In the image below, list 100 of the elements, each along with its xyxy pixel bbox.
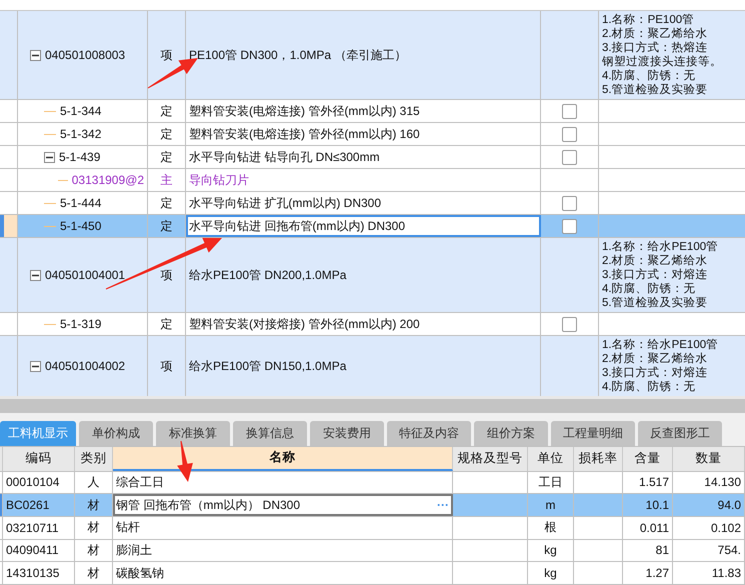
feature-text: 4.防腐、防锈：无 (602, 282, 697, 296)
item-code: 5-1-450 (60, 219, 102, 233)
table-cell: 10.1 (646, 498, 669, 512)
column-header[interactable]: 编码 (3, 447, 75, 471)
tab[interactable]: 安装费用 (310, 421, 384, 446)
feature-text: 2.材质：聚乙烯给水 (602, 254, 709, 268)
table-row[interactable]: 04090411 材 膨润土 kg 81 754. (0, 540, 745, 562)
checkbox[interactable] (562, 126, 577, 142)
collapse-icon[interactable] (30, 50, 41, 60)
checkbox[interactable] (562, 104, 577, 118)
table-cell: 综合工日 (116, 474, 164, 491)
item-type: 项 (160, 266, 172, 284)
table-cell: 钻杆 (116, 519, 140, 536)
item-name: 水平导向钻进 扩孔(mm以内) DN300 (189, 194, 382, 212)
tab[interactable]: 组价方案 (474, 421, 548, 446)
table-cell: 材 (88, 496, 100, 514)
column-header[interactable]: 损耗率 (574, 447, 623, 471)
item-code: 5-1-344 (60, 104, 102, 118)
tab[interactable]: 特征及内容 (387, 421, 471, 446)
checkbox[interactable] (562, 316, 577, 332)
table-cell: 材 (88, 564, 100, 582)
table-cell: 04090411 (6, 543, 58, 558)
table-cell: kg (544, 566, 557, 580)
scrollbar[interactable] (0, 396, 745, 413)
table-row[interactable]: 040501004002 项 给水PE100管 DN150,1.0MPa 1.名称：给水PE100管 2.材质：聚乙烯给水 3.接口方式：对熔连 4.防腐、防锈：无 (0, 336, 745, 396)
table-row[interactable]: 5-1-344 定 塑料管安装(电熔连接) 管外径(mm以内) 315 (0, 100, 745, 123)
feature-text: 5.管道检验及实验要 (602, 83, 709, 97)
item-type: 定 (160, 316, 172, 332)
table-row[interactable]: 03131909@2 主 导向钻刀片 (0, 169, 745, 192)
table-cell: 14.130 (704, 475, 741, 490)
collapse-icon[interactable] (44, 152, 55, 162)
tab[interactable]: 单价构成 (79, 421, 153, 446)
feature-text: 钢塑过渡接头连接等。 (602, 55, 723, 69)
table-row[interactable]: 5-1-450 定 水平导向钻进 回拖布管(mm以内) DN300 (0, 215, 745, 238)
table-row[interactable]: 5-1-439 定 水平导向钻进 钻导向孔 DN≤300mm (0, 146, 745, 169)
table-cell: 膨润土 (116, 542, 152, 559)
table-cell: 81 (656, 543, 669, 558)
table-cell: 1.27 (646, 566, 669, 580)
collapse-icon[interactable] (30, 270, 41, 280)
table-cell: BC0261 (6, 498, 50, 512)
feature-text: 2.材质：聚乙烯给水 (602, 352, 709, 366)
table-row[interactable]: 14310135 材 碳酸氢钠 kg 1.27 11.83 (0, 562, 745, 585)
tab[interactable]: 标准换算 (156, 421, 230, 446)
item-code: 040501004001 (45, 268, 126, 282)
table-row[interactable]: 040501004001 项 给水PE100管 DN200,1.0MPa 1.名称：给水PE100管 2.材质：聚乙烯给水 3.接口方式：对熔连 4.防腐、防锈：无 5.管道检验及实验要 (0, 238, 745, 313)
tab[interactable]: 反查图形工 (638, 421, 722, 446)
item-code: 03131909@2 (72, 173, 144, 187)
table-cell: 0.011 (640, 520, 669, 535)
table-row[interactable]: 040501008003 项 PE100管 DN300，1.0MPa （牵引施工） 1.名称：PE100管 2.材质：聚乙烯给水 3.接口方式：热熔连 钢塑过渡接头连接等。 4.防腐、防锈：无 5.管道检验及实验要 (0, 11, 745, 100)
table-row[interactable]: 03210711 材 钻杆 根 0.011 0.102 (0, 516, 745, 540)
checkbox[interactable] (562, 196, 577, 210)
table-cell: 1.517 (638, 475, 669, 490)
checkbox[interactable] (562, 150, 577, 164)
column-header[interactable]: 名称 (113, 447, 453, 471)
feature-text: 3.接口方式：对熔连 (602, 268, 709, 282)
table-cell: 碳酸氢钠 (116, 564, 164, 582)
item-code: 040501008003 (45, 48, 126, 62)
annotation-arrow (177, 440, 193, 482)
table-cell: 11.83 (712, 566, 741, 580)
checkbox[interactable] (562, 218, 577, 234)
table-row[interactable]: 5-1-444 定 水平导向钻进 扩孔(mm以内) DN300 (0, 192, 745, 215)
table-cell[interactable]: 钢管 回拖布管（mm以内） DN300 (116, 496, 300, 514)
table-cell: 根 (544, 519, 556, 536)
column-header[interactable]: 含量 (623, 447, 673, 471)
feature-text: 2.材质：聚乙烯给水 (602, 27, 709, 41)
item-type: 定 (160, 126, 172, 142)
table-cell: m (546, 498, 556, 512)
item-type: 定 (160, 102, 172, 120)
table-cell: 材 (88, 519, 100, 536)
tab[interactable]: 工程量明细 (551, 421, 635, 446)
item-type: 定 (160, 148, 172, 166)
table-row[interactable]: BC0261 材 钢管 回拖布管（mm以内） DN300 ··· m 10.1 94.0 (0, 494, 745, 517)
feature-text: 1.名称：给水PE100管 (602, 338, 720, 352)
table-cell: 工日 (538, 474, 562, 491)
table-row[interactable]: 5-1-319 定 塑料管安装(对接熔接) 管外径(mm以内) 200 (0, 313, 745, 336)
item-name: 给水PE100管 DN200,1.0MPa (189, 266, 346, 284)
feature-text: 3.接口方式：热熔连 (602, 41, 709, 55)
column-header[interactable]: 类别 (75, 447, 113, 471)
item-name: 给水PE100管 DN150,1.0MPa (189, 358, 346, 374)
item-name: 塑料管安装(电熔连接) 管外径(mm以内) 160 (189, 126, 420, 142)
item-type: 项 (160, 46, 172, 64)
item-name: 导向钻刀片 (189, 172, 249, 188)
item-code: 5-1-342 (60, 127, 102, 141)
table-cell: 人 (88, 474, 100, 491)
item-name: 塑料管安装(电熔连接) 管外径(mm以内) 315 (189, 102, 420, 120)
table-cell: 94.0 (718, 498, 741, 512)
feature-text: 5.管道检验及实验要 (602, 296, 709, 310)
column-header[interactable]: 规格及型号 (453, 447, 528, 471)
table-row[interactable]: 00010104 人 综合工日 工日 1.517 14.130 (0, 472, 745, 494)
item-type: 定 (160, 194, 172, 212)
tab[interactable]: 换算信息 (233, 421, 307, 446)
column-header[interactable]: 单位 (528, 447, 574, 471)
item-code: 5-1-319 (60, 317, 102, 331)
collapse-icon[interactable] (30, 360, 41, 372)
item-type: 定 (160, 218, 172, 234)
table-cell: 00010104 (6, 475, 60, 490)
item-name: 塑料管安装(对接熔接) 管外径(mm以内) 200 (189, 316, 420, 332)
table-row[interactable]: 5-1-342 定 塑料管安装(电熔连接) 管外径(mm以内) 160 (0, 123, 745, 146)
column-header[interactable]: 数量 (673, 447, 745, 471)
item-type: 项 (160, 358, 172, 374)
